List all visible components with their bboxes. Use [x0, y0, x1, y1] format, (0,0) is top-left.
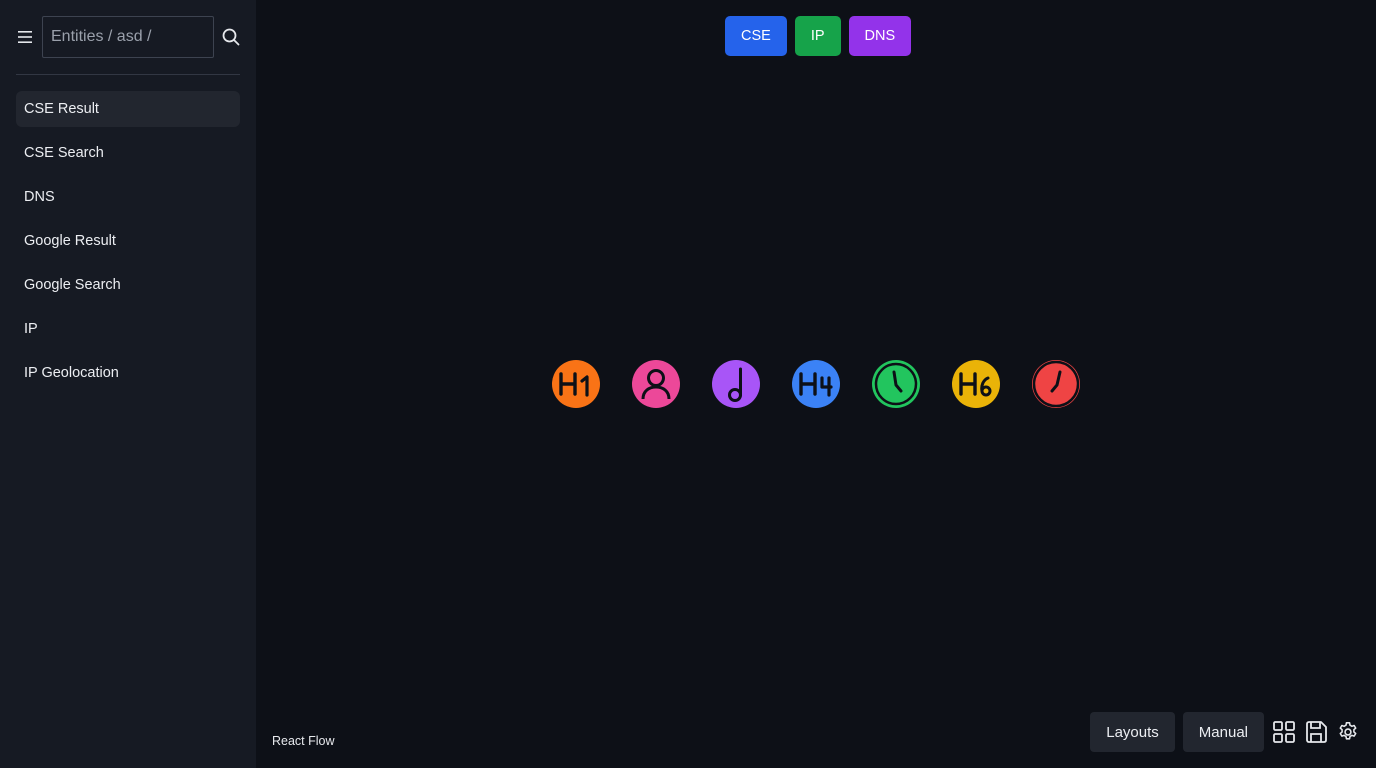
heading-1-icon — [559, 372, 589, 397]
layouts-button[interactable]: Layouts — [1090, 712, 1175, 752]
sidebar-header — [16, 16, 240, 58]
sidebar-item-label: CSE Search — [24, 145, 104, 161]
react-flow-attribution[interactable]: React Flow — [272, 734, 335, 748]
graph-node-clock-red[interactable] — [1032, 360, 1080, 408]
sidebar-item-google-result[interactable]: Google Result — [16, 223, 240, 259]
music-note-icon — [728, 367, 742, 402]
sidebar-item-ip-geolocation[interactable]: IP Geolocation — [16, 355, 240, 391]
sidebar-item-cse-result[interactable]: CSE Result — [16, 91, 240, 127]
graph-node-user[interactable] — [632, 360, 680, 408]
app-root: CSE Result CSE Search DNS Google Result … — [0, 0, 1376, 768]
sidebar-item-label: Google Result — [24, 233, 116, 249]
graph-node-heading-4[interactable] — [792, 360, 840, 408]
cse-button[interactable]: CSE — [725, 16, 787, 56]
heading-4-icon — [799, 372, 833, 397]
ip-button[interactable]: IP — [794, 16, 841, 56]
clock-icon — [874, 362, 918, 406]
search-icon[interactable] — [214, 16, 240, 58]
entities-search-input[interactable] — [42, 16, 214, 58]
sidebar-entity-list: CSE Result CSE Search DNS Google Result … — [16, 91, 240, 399]
save-icon[interactable] — [1304, 712, 1328, 752]
sidebar-item-label: DNS — [24, 189, 55, 205]
hamburger-menu-icon[interactable] — [16, 16, 42, 58]
sidebar-item-dns[interactable]: DNS — [16, 179, 240, 215]
sidebar-item-label: IP — [24, 321, 38, 337]
grid-icon[interactable] — [1272, 712, 1296, 752]
graph-node-heading-6[interactable] — [952, 360, 1000, 408]
graph-node-heading-1[interactable] — [552, 360, 600, 408]
sidebar-item-label: IP Geolocation — [24, 365, 119, 381]
sidebar-item-label: Google Search — [24, 277, 121, 293]
graph-node-clock-green[interactable] — [872, 360, 920, 408]
sidebar-item-ip[interactable]: IP — [16, 311, 240, 347]
user-icon — [641, 369, 671, 400]
manual-button[interactable]: Manual — [1182, 712, 1264, 752]
sidebar: CSE Result CSE Search DNS Google Result … — [0, 0, 256, 768]
bottom-toolbar: Layouts Manual — [1090, 712, 1360, 752]
sidebar-item-label: CSE Result — [24, 101, 99, 117]
clock-icon — [1032, 360, 1080, 408]
graph-node-music-note[interactable] — [712, 360, 760, 408]
heading-6-icon — [959, 372, 992, 397]
sidebar-item-google-search[interactable]: Google Search — [16, 267, 240, 303]
settings-gear-icon[interactable] — [1336, 712, 1360, 752]
sidebar-item-cse-search[interactable]: CSE Search — [16, 135, 240, 171]
dns-button[interactable]: DNS — [848, 16, 912, 56]
sidebar-divider — [16, 74, 240, 75]
entity-type-buttons: CSE IP DNS — [725, 16, 912, 56]
